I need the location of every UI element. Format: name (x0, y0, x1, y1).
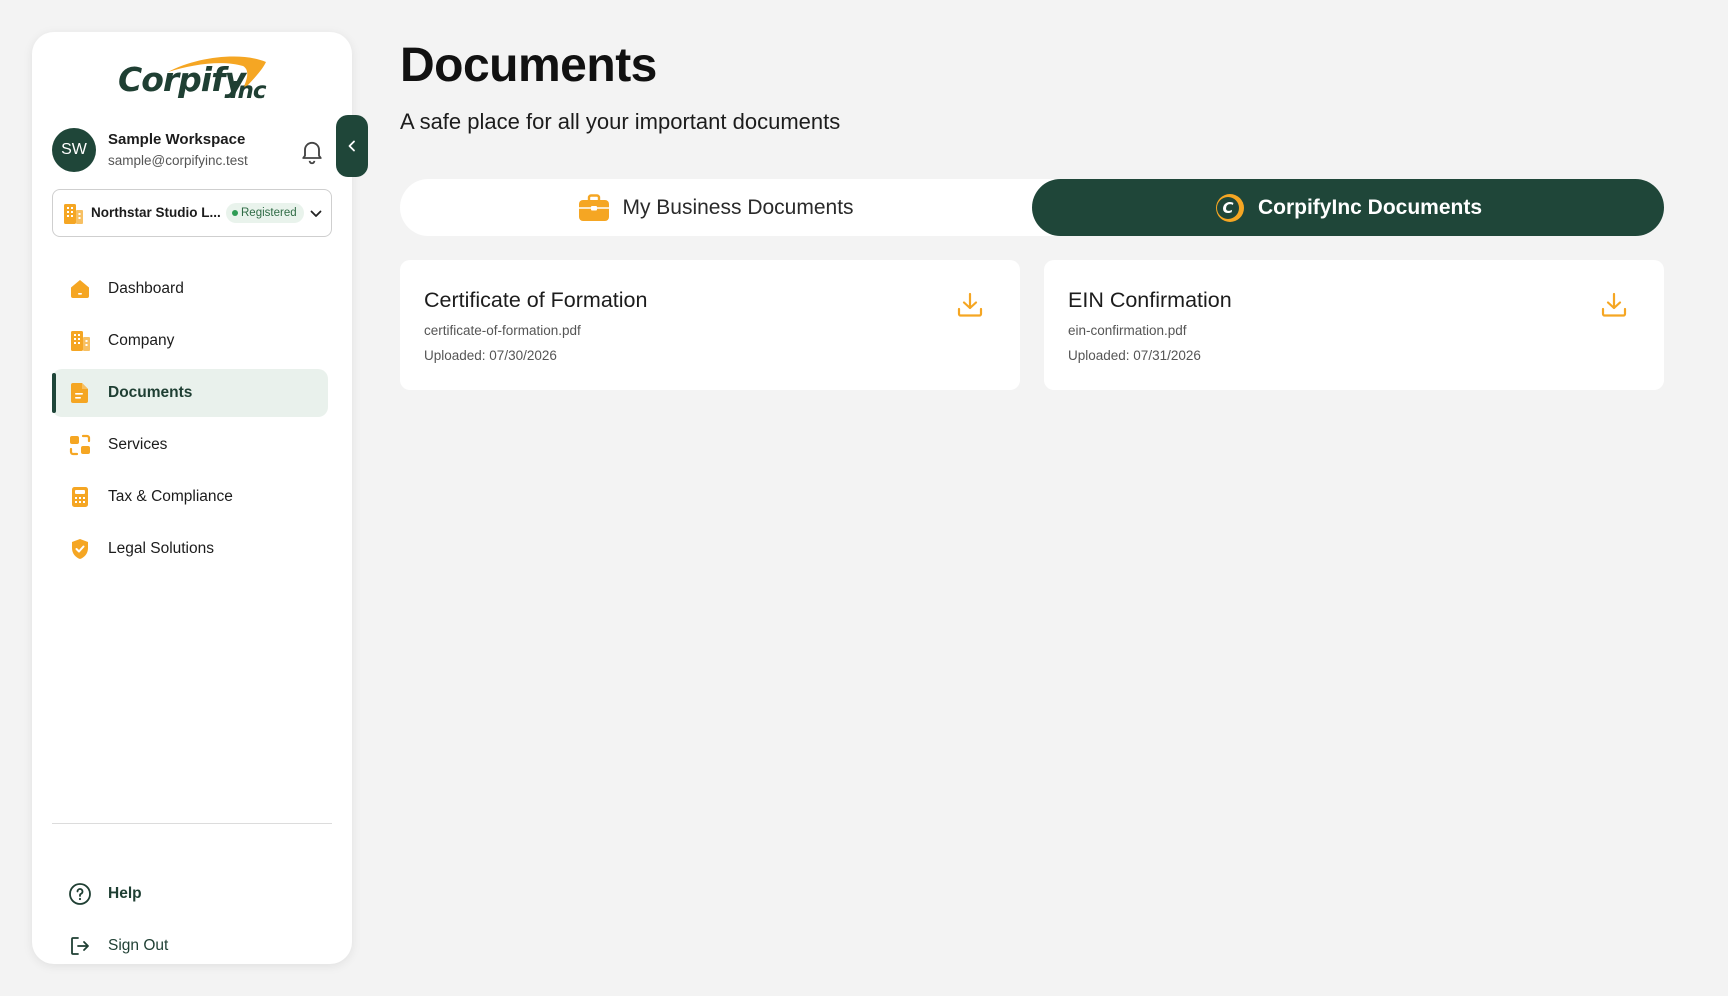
document-icon (71, 383, 88, 403)
services-icon (69, 434, 91, 456)
sidebar-item-label: Tax & Compliance (108, 488, 233, 505)
avatar[interactable]: SW (52, 128, 96, 172)
sidebar-nav: Dashboard Company Documents Services Tax… (52, 265, 328, 577)
document-filename: certificate-of-formation.pdf (424, 323, 581, 338)
sidebar-item-label: Documents (108, 384, 193, 401)
sidebar-item-legal-solutions[interactable]: Legal Solutions (52, 525, 328, 573)
document-title: EIN Confirmation (1068, 288, 1232, 312)
user-email: sample@corpifyinc.test (108, 153, 248, 168)
page-subtitle: A safe place for all your important docu… (400, 109, 841, 134)
collapse-sidebar-button[interactable] (336, 115, 368, 177)
document-upload-date: Uploaded: 07/30/2026 (424, 348, 557, 363)
divider (52, 823, 332, 824)
tab-label: My Business Documents (622, 195, 854, 219)
tab-label: CorpifyInc Documents (1257, 195, 1483, 219)
sign-out-label: Sign Out (108, 937, 169, 954)
logo-text: Corpify (118, 60, 246, 99)
document-filename: ein-confirmation.pdf (1068, 323, 1187, 338)
download-icon[interactable] (1600, 291, 1628, 319)
sidebar-item-label: Dashboard (108, 280, 184, 297)
help-link[interactable]: Help (52, 871, 328, 923)
sidebar-item-label: Company (108, 332, 175, 349)
sidebar-item-company[interactable]: Company (52, 317, 328, 365)
company-selector[interactable]: Northstar Studio L... Registered (52, 189, 332, 237)
sidebar-item-dashboard[interactable]: Dashboard (52, 265, 328, 313)
bell-icon[interactable] (298, 136, 326, 166)
chevron-left-icon (348, 140, 355, 152)
company-name: Northstar Studio L... (91, 205, 221, 220)
building-icon (71, 331, 90, 351)
chevron-down-icon (310, 210, 322, 217)
status-badge: Registered (226, 203, 304, 223)
sidebar-item-tax-compliance[interactable]: Tax & Compliance (52, 473, 328, 521)
document-card[interactable]: EIN Confirmation ein-confirmation.pdf Up… (1044, 260, 1664, 390)
page-title: Documents (400, 39, 657, 92)
sign-out-icon (71, 937, 89, 955)
user-profile: SW Sample Workspace sample@corpifyinc.te… (52, 128, 332, 180)
sidebar-footer: Help Sign Out (52, 871, 328, 975)
home-icon (71, 280, 89, 298)
sidebar: Corpify Inc SW Sample Workspace sample@c… (32, 32, 352, 964)
sidebar-item-documents[interactable]: Documents (52, 369, 328, 417)
svg-text:C: C (1222, 199, 1233, 217)
help-icon (69, 883, 91, 905)
sidebar-item-label: Services (108, 436, 168, 453)
briefcase-icon (579, 193, 610, 221)
sign-out-button[interactable]: Sign Out (52, 923, 328, 975)
corpify-logo-icon: C (1215, 193, 1244, 222)
download-icon[interactable] (956, 291, 984, 319)
document-title: Certificate of Formation (424, 288, 648, 312)
logo-suffix: Inc (230, 78, 267, 104)
workspace-name: Sample Workspace (108, 131, 246, 148)
tab-corpifyinc-documents[interactable]: C CorpifyInc Documents (1032, 179, 1664, 236)
document-tabs: My Business Documents C CorpifyInc Docum… (400, 179, 1664, 236)
building-icon (64, 204, 83, 224)
document-card[interactable]: Certificate of Formation certificate-of-… (400, 260, 1020, 390)
calculator-icon (72, 487, 88, 507)
tab-my-business-documents[interactable]: My Business Documents (400, 179, 1032, 236)
sidebar-item-label: Legal Solutions (108, 540, 214, 557)
corpify-logo[interactable]: Corpify Inc (118, 54, 268, 110)
sidebar-item-services[interactable]: Services (52, 421, 328, 469)
help-label: Help (108, 885, 142, 902)
document-upload-date: Uploaded: 07/31/2026 (1068, 348, 1201, 363)
shield-check-icon (72, 539, 88, 559)
